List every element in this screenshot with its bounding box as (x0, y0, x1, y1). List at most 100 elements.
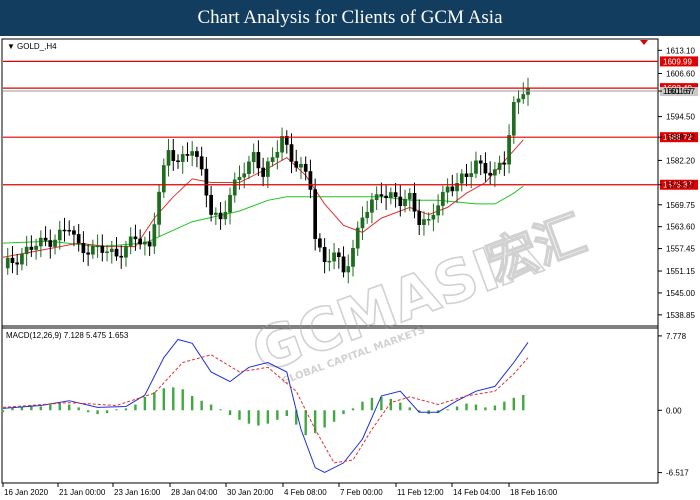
macd-tick-label: 7.778 (666, 332, 687, 341)
candle-body (24, 246, 29, 255)
candle-body (422, 219, 426, 225)
candle-body (43, 237, 48, 241)
candle-body (15, 262, 20, 265)
candle-body (303, 163, 308, 172)
candle-body (237, 176, 242, 181)
candle-body (346, 266, 351, 273)
candle-body (195, 151, 199, 157)
macd-hist-bar (105, 410, 109, 414)
candle-body (289, 144, 294, 162)
time-tick-label: 14 Feb 04:00 (453, 488, 501, 497)
candle-body (398, 196, 403, 207)
macd-hist-bar (493, 405, 497, 411)
candle-body (171, 150, 176, 161)
macd-hist-bar (247, 410, 251, 424)
macd-tick-label: -6.517 (666, 469, 689, 478)
macd-hist-bar (285, 410, 288, 417)
time-tick-label: 23 Jan 16:00 (114, 488, 161, 497)
candle-body (270, 157, 275, 162)
candle-body (450, 186, 455, 192)
candle-body (261, 167, 265, 177)
candle-body (275, 152, 280, 158)
time-tick-label: 11 Feb 12:00 (397, 488, 444, 497)
candle-body (91, 245, 95, 255)
time-tick-label: 16 Jan 2020 (4, 488, 49, 497)
macd-hist-bar (512, 397, 516, 411)
candle-body (143, 241, 147, 245)
dropdown-arrow-icon[interactable]: ▼ (7, 42, 15, 51)
macd-hist-bar (408, 407, 411, 411)
candle-body (459, 173, 464, 184)
candle-body (251, 152, 256, 163)
candle-body (417, 211, 422, 225)
candle-body (313, 189, 318, 239)
candle-body (365, 212, 370, 219)
chart-canvas: GCMASIA 宏汇 GLOBAL CAPITAL MARKETS ▼ GOLD… (1, 38, 698, 497)
candle-body (57, 229, 62, 241)
candle-body (232, 179, 237, 196)
candle-body (497, 162, 502, 170)
macd-hist-bar (143, 396, 147, 411)
macd-hist-bar (77, 407, 80, 411)
candle-body (176, 160, 180, 162)
candle-body (266, 161, 270, 177)
time-tick-label: 30 Jan 20:00 (227, 488, 274, 497)
candle-body (407, 192, 412, 200)
macd-hist-bar (39, 406, 43, 411)
macd-label: MACD(12,26,9) 7.128 5.475 1.653 (6, 331, 129, 340)
candle-body (516, 98, 521, 103)
macd-hist-bar (228, 410, 232, 416)
candle-body (327, 260, 332, 263)
macd-hist-bar (115, 409, 118, 411)
candle-body (20, 253, 24, 265)
macd-hist-bar (484, 407, 487, 411)
candle-body (308, 171, 313, 190)
macd-hist-bar (181, 389, 184, 411)
candle-body (341, 256, 346, 273)
macd-hist-bar (332, 410, 336, 422)
candle-body (441, 191, 445, 206)
symbol-label: GOLD_,H4 (17, 42, 57, 51)
candle-body (384, 195, 388, 199)
candle-body (318, 238, 322, 248)
candle-body (29, 246, 34, 250)
macd-hist-bar (200, 400, 203, 411)
candle-body (152, 224, 157, 247)
candle-body (133, 236, 138, 240)
price-tick-label: 1557.45 (666, 245, 695, 254)
candle-body (105, 251, 109, 253)
macd-hist-bar (323, 410, 326, 428)
macd-hist-bar (1, 410, 5, 413)
candle-body (521, 94, 526, 100)
candle-body (10, 257, 15, 263)
candle-body (242, 173, 247, 178)
macd-hist-bar (465, 403, 468, 411)
macd-hist-bar (134, 404, 137, 411)
candle-body (190, 151, 195, 156)
macd-hist-bar (266, 410, 270, 424)
price-tick-label: 1606.60 (666, 69, 695, 78)
price-tick-label: 1601.67 (666, 87, 695, 96)
macd-hist-bar (446, 409, 449, 411)
macd-hist-bar (370, 397, 374, 411)
candle-body (166, 150, 171, 166)
candle-body (76, 234, 81, 244)
candle-body (100, 245, 105, 253)
candle-body (72, 230, 76, 235)
macd-hist-bar (153, 392, 156, 411)
candle-body (53, 239, 57, 247)
candle-body (86, 252, 90, 255)
candle-body (469, 173, 474, 177)
page-title: Chart Analysis for Clients of GCM Asia (0, 0, 700, 36)
price-tick-label: 1545.00 (666, 289, 695, 298)
macd-hist-bar (190, 395, 194, 411)
macd-hist-bar (522, 394, 525, 411)
price-tick-label: 1538.85 (666, 311, 695, 320)
candle-body (336, 252, 341, 258)
candle-body (511, 101, 516, 136)
price-tick-label: 1582.20 (666, 156, 695, 165)
candle-body (213, 212, 218, 215)
macd-hist-bar (124, 408, 128, 411)
time-tick-label: 18 Feb 16:00 (510, 488, 558, 497)
candle-body (209, 194, 213, 215)
